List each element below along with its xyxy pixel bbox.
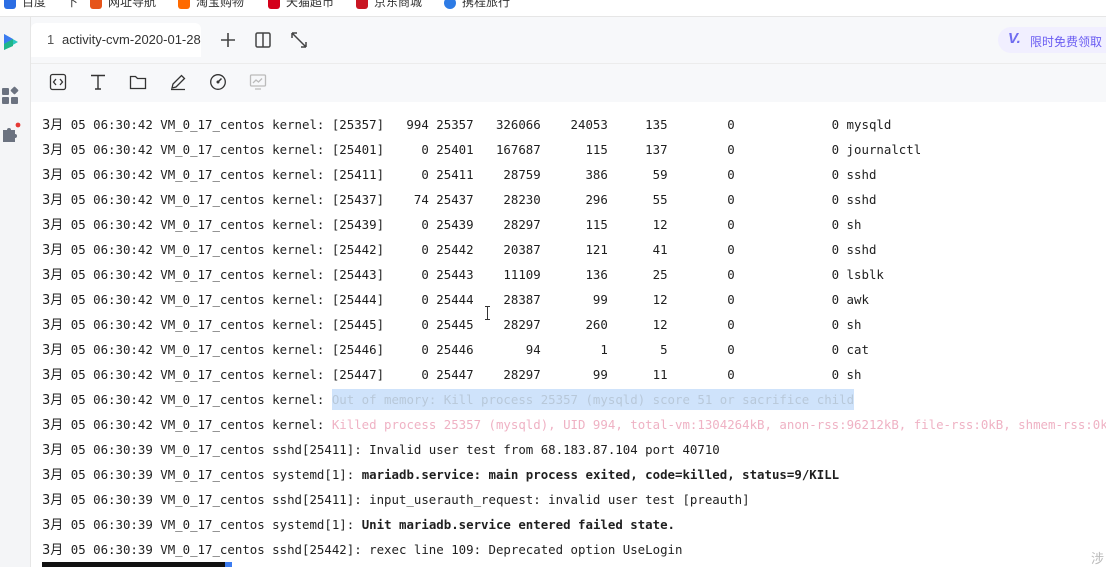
- log-line: 3月 05 06:30:42 VM_0_17_centos kernel: [2…: [42, 342, 869, 358]
- log-line: 3月 05 06:30:42 VM_0_17_centos kernel: [2…: [42, 267, 884, 283]
- bookmark-ctrip[interactable]: 携程旅行: [444, 0, 510, 10]
- log-line: 3月 05 06:30:42 VM_0_17_centos kernel: [2…: [42, 117, 892, 133]
- plus-icon[interactable]: [218, 30, 238, 50]
- log-line: 3月 05 06:30:42 VM_0_17_centos kernel: [2…: [42, 292, 869, 308]
- log-line: 3月 05 06:30:39 VM_0_17_centos systemd[1]…: [42, 467, 840, 483]
- jd-icon: [356, 0, 368, 9]
- expand-icon[interactable]: [289, 30, 309, 50]
- log-line-killed: 3月 05 06:30:42 VM_0_17_centos kernel: Ki…: [42, 412, 1106, 437]
- horizontal-scrollbar[interactable]: [42, 562, 232, 567]
- promo-text: 限时免费领取: [1030, 35, 1103, 49]
- bookmark-tmall[interactable]: 天猫超市: [268, 0, 334, 10]
- log-line: 3月 05 06:30:39 VM_0_17_centos systemd[1]…: [42, 517, 675, 533]
- text-cursor-icon: [485, 306, 490, 320]
- log-line: 3月 05 06:30:42 VM_0_17_centos kernel: [2…: [42, 317, 862, 333]
- log-line: 3月 05 06:30:42 VM_0_17_centos kernel: [2…: [42, 242, 877, 258]
- corner-text: 涉: [1090, 551, 1104, 566]
- gauge-icon[interactable]: [209, 73, 227, 91]
- log-line: 3月 05 06:30:42 VM_0_17_centos kernel: [2…: [42, 192, 877, 208]
- hao123-icon: [90, 0, 102, 9]
- tab-bar: 1 activity-cvm-2020-01-28 V. 限时免费领取: [31, 17, 1106, 64]
- promo-badge: V.: [1008, 30, 1021, 47]
- promo-banner[interactable]: V. 限时免费领取: [998, 27, 1106, 53]
- edit-pencil-icon[interactable]: [169, 73, 187, 91]
- scrollbar-thumb-end: [225, 562, 232, 567]
- log-line: 3月 05 06:30:39 VM_0_17_centos sshd[25411…: [42, 492, 750, 508]
- terminal-output[interactable]: 3月 05 06:30:42 VM_0_17_centos kernel: [2…: [31, 102, 1106, 567]
- log-line: 3月 05 06:30:39 VM_0_17_centos sshd[25411…: [42, 442, 720, 458]
- ctrip-icon: [444, 0, 456, 9]
- app-logo-icon[interactable]: [1, 31, 23, 53]
- log-line: 3月 05 06:30:39 VM_0_17_centos sshd[25442…: [42, 542, 683, 558]
- log-line: 3月 05 06:30:42 VM_0_17_centos kernel: [2…: [42, 367, 862, 383]
- log-line: 3月 05 06:30:42 VM_0_17_centos kernel: [2…: [42, 217, 862, 233]
- log-line: 3月 05 06:30:42 VM_0_17_centos kernel: [2…: [42, 142, 922, 158]
- tab-title: activity-cvm-2020-01-28: [62, 32, 201, 47]
- bookmark-jd[interactable]: 京东商城: [356, 0, 422, 10]
- bookmark-item[interactable]: 下: [66, 0, 78, 10]
- bookmark-hao123[interactable]: 网址导航: [90, 0, 156, 10]
- bookmarks-bar: 百度 下 网址导航 淘宝购物 天猫超市 京东商城 携程旅行: [0, 0, 1106, 17]
- log-line-oom: 3月 05 06:30:42 VM_0_17_centos kernel: Ou…: [42, 387, 855, 412]
- bookmark-taobao[interactable]: 淘宝购物: [178, 0, 244, 10]
- bookmark-baidu[interactable]: 百度: [4, 0, 46, 10]
- text-format-icon[interactable]: [89, 73, 107, 91]
- plugin-icon[interactable]: [0, 121, 22, 143]
- baidu-icon: [4, 0, 16, 9]
- tab-activity-cvm[interactable]: 1 activity-cvm-2020-01-28: [31, 23, 201, 57]
- chart-icon: [249, 74, 267, 90]
- toolbar: [31, 64, 1106, 102]
- taobao-icon: [178, 0, 190, 9]
- left-rail: [0, 17, 31, 567]
- log-line: 3月 05 06:30:42 VM_0_17_centos kernel: [2…: [42, 167, 877, 183]
- tmall-icon: [268, 0, 280, 9]
- killed-process-message: Killed process 25357 (mysqld), UID 994, …: [331, 417, 1106, 432]
- tab-number: 1: [47, 32, 55, 47]
- split-view-icon[interactable]: [253, 30, 273, 50]
- selected-text[interactable]: Out of memory: Kill process 25357 (mysql…: [331, 389, 855, 410]
- folder-icon[interactable]: [129, 73, 147, 91]
- apps-grid-icon[interactable]: [0, 85, 22, 107]
- code-icon[interactable]: [49, 73, 67, 91]
